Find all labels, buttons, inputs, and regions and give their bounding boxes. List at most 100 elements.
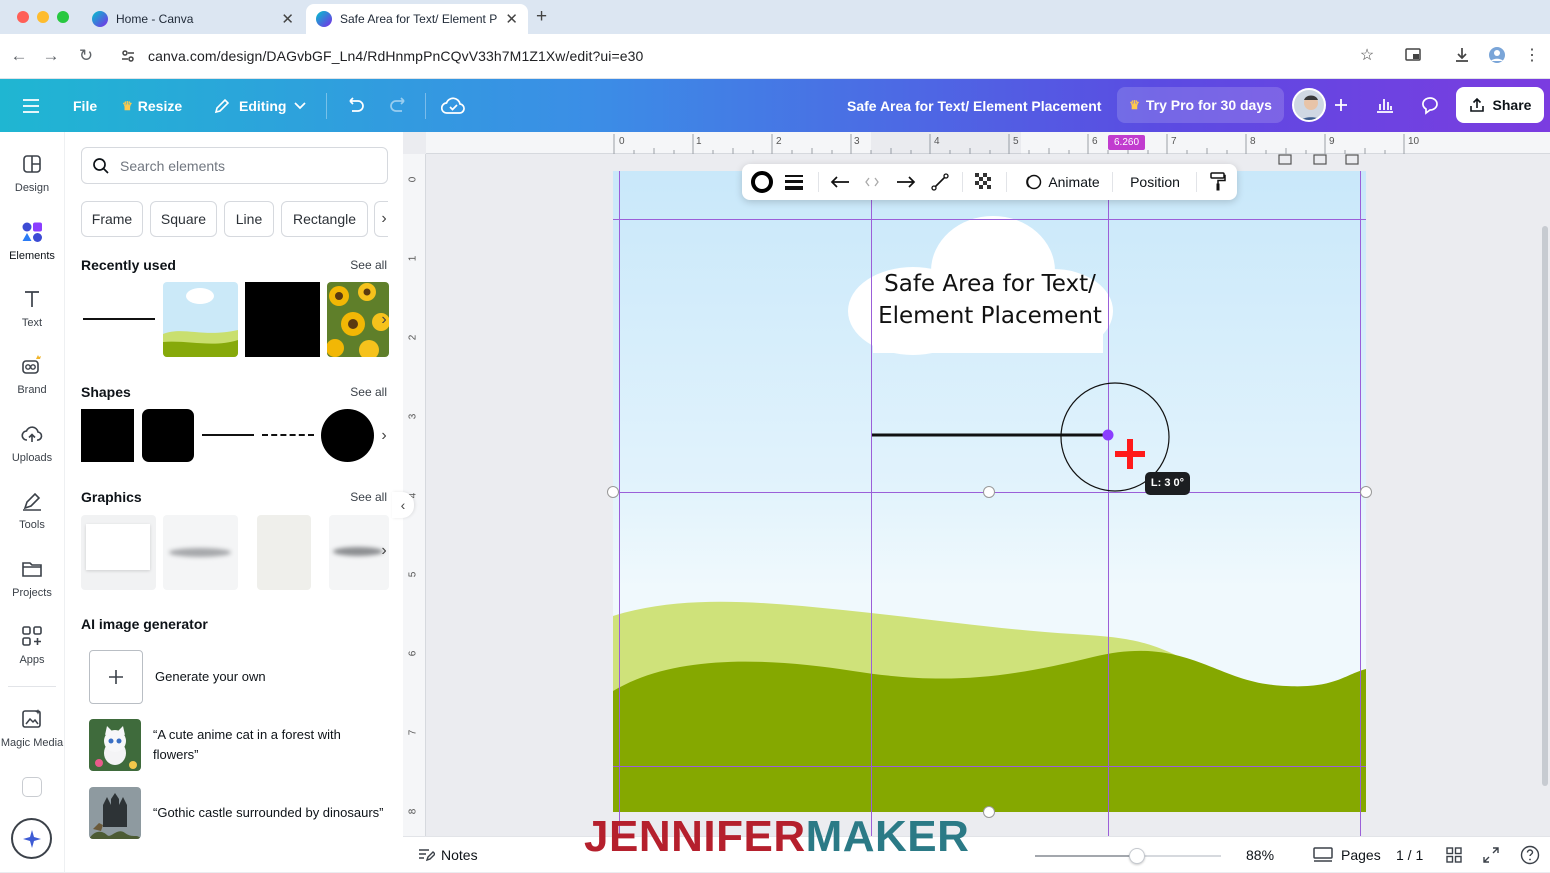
browser-tab-home[interactable]: Home - Canva ✕ — [82, 4, 304, 34]
line-element[interactable] — [860, 375, 1180, 515]
recent-black-square-thumb[interactable] — [245, 282, 320, 357]
editing-mode-button[interactable]: Editing — [213, 79, 307, 132]
close-tab-icon[interactable]: ✕ — [281, 10, 294, 28]
redo-icon[interactable] — [388, 79, 410, 132]
graphic-shadow-thumb[interactable] — [163, 515, 238, 590]
rail-item-apps[interactable]: Apps — [0, 624, 64, 684]
resize-button[interactable]: ♛ Resize — [122, 79, 182, 132]
line-color-icon[interactable] — [750, 170, 774, 194]
document-title[interactable]: Safe Area for Text/ Element Placement — [847, 79, 1101, 132]
guide-line-vertical[interactable] — [1360, 171, 1361, 836]
browser-tab-design[interactable]: Safe Area for Text/ Element Pl ✕ — [306, 4, 528, 34]
comment-icon[interactable] — [1411, 87, 1449, 123]
line-shape[interactable] — [202, 409, 254, 462]
copy-style-paint-roller-icon[interactable] — [1206, 170, 1230, 194]
collapse-panel-button[interactable]: ‹ — [392, 492, 414, 518]
line-type-icon[interactable] — [862, 170, 882, 194]
ai-prompt-cat[interactable]: “A cute anime cat in a forest with flowe… — [89, 719, 389, 771]
chevron-right-icon[interactable]: › — [375, 207, 393, 231]
new-tab-button[interactable]: + — [536, 6, 547, 28]
guide-line-vertical[interactable] — [619, 171, 620, 836]
rail-item-uploads[interactable]: Uploads — [0, 422, 64, 482]
vertical-scrollbar[interactable] — [1542, 226, 1548, 786]
insights-chart-icon[interactable] — [1366, 87, 1404, 123]
help-icon[interactable] — [1520, 837, 1540, 873]
undo-icon[interactable] — [344, 79, 366, 132]
cast-icon[interactable] — [1404, 46, 1424, 66]
try-pro-button[interactable]: ♛ Try Pro for 30 days — [1117, 87, 1284, 123]
guide-line-horizontal[interactable] — [613, 219, 1366, 220]
line-start-arrow-icon[interactable] — [828, 170, 852, 194]
rail-item-magic-media[interactable]: Magic Media — [0, 707, 64, 767]
rail-item-tools[interactable]: Tools — [0, 489, 64, 549]
close-window-button[interactable] — [17, 11, 29, 23]
selection-handle[interactable] — [983, 806, 995, 818]
zoom-slider[interactable] — [1035, 848, 1221, 864]
add-collaborator-icon[interactable] — [1322, 87, 1360, 123]
bookmark-star-icon[interactable]: ☆ — [1357, 46, 1377, 66]
grid-view-icon[interactable] — [1446, 837, 1462, 873]
profile-icon[interactable] — [1488, 46, 1508, 66]
line-style-icon[interactable] — [782, 170, 806, 194]
cloud-saved-icon[interactable] — [441, 79, 465, 132]
position-button[interactable]: Position — [1122, 170, 1188, 194]
pages-button[interactable]: Pages — [1313, 837, 1381, 873]
transparency-icon[interactable] — [972, 170, 996, 194]
search-elements-input[interactable]: Search elements — [81, 147, 388, 184]
shapes-see-all[interactable]: See all — [350, 385, 387, 399]
rail-item-brand[interactable]: Brand — [0, 354, 64, 414]
generate-your-own-button[interactable]: Generate your own — [89, 650, 389, 704]
url-field[interactable]: canva.com/design/DAGvbGF_Ln4/RdHnmpPnCQv… — [110, 40, 1390, 72]
design-title-text[interactable]: Safe Area for Text/ Element Placement — [850, 268, 1130, 332]
browser-menu-icon[interactable]: ⋮ — [1522, 46, 1542, 66]
fullscreen-icon[interactable] — [1483, 837, 1499, 873]
animate-button[interactable]: Animate — [1020, 170, 1104, 194]
rail-item-projects[interactable]: Projects — [0, 557, 64, 617]
rounded-square-shape[interactable] — [142, 409, 194, 462]
avatar[interactable] — [1292, 88, 1326, 122]
minimize-window-button[interactable] — [37, 11, 49, 23]
ai-prompt-castle[interactable]: “Gothic castle surrounded by dinosaurs” — [89, 787, 389, 839]
forward-icon[interactable]: → — [41, 46, 61, 66]
chevron-right-icon[interactable]: › — [375, 424, 393, 448]
dashed-line-shape[interactable] — [262, 409, 314, 462]
elbow-line-icon[interactable] — [928, 170, 952, 194]
selection-handle[interactable] — [1360, 486, 1372, 498]
chip-square[interactable]: Square — [150, 201, 217, 237]
back-icon[interactable]: ← — [9, 46, 29, 66]
page-action-icons[interactable] — [1276, 152, 1366, 166]
graphic-card-thumb[interactable] — [257, 515, 311, 590]
zoom-slider-knob[interactable] — [1129, 848, 1146, 864]
chip-line[interactable]: Line — [224, 201, 274, 237]
notes-button[interactable]: Notes — [417, 837, 478, 873]
graphic-paper-thumb[interactable] — [81, 515, 156, 590]
share-button[interactable]: Share — [1456, 87, 1544, 123]
file-menu-button[interactable]: File — [73, 79, 97, 132]
chip-rectangle[interactable]: Rectangle — [281, 201, 368, 237]
main-menu-icon[interactable] — [22, 79, 40, 132]
close-tab-icon[interactable]: ✕ — [505, 10, 518, 28]
maximize-window-button[interactable] — [57, 11, 69, 23]
guide-line-horizontal[interactable] — [613, 766, 1366, 767]
rail-item-design[interactable]: Design — [0, 152, 64, 212]
canva-assistant-button[interactable] — [11, 818, 52, 859]
square-shape[interactable] — [81, 409, 134, 462]
line-end-arrow-icon[interactable] — [894, 170, 918, 194]
chevron-right-icon[interactable]: › — [375, 539, 393, 563]
page-counter[interactable]: 1 / 1 — [1396, 837, 1423, 873]
download-icon[interactable] — [1453, 46, 1473, 66]
rail-item-text[interactable]: Text — [0, 287, 64, 347]
chip-frame[interactable]: Frame — [81, 201, 143, 237]
chevron-right-icon[interactable]: › — [375, 308, 393, 332]
zoom-percentage[interactable]: 88% — [1246, 837, 1274, 873]
rail-item-elements[interactable]: Elements — [0, 220, 64, 280]
circle-shape[interactable] — [321, 409, 374, 462]
reload-icon[interactable]: ↻ — [76, 46, 96, 66]
more-apps-icon[interactable] — [22, 777, 42, 797]
recently-used-see-all[interactable]: See all — [350, 258, 387, 272]
selection-handle[interactable] — [607, 486, 619, 498]
site-settings-icon[interactable] — [120, 48, 136, 64]
recent-line-thumb[interactable] — [81, 282, 156, 357]
graphics-see-all[interactable]: See all — [350, 490, 387, 504]
recent-landscape-thumb[interactable] — [163, 282, 238, 357]
